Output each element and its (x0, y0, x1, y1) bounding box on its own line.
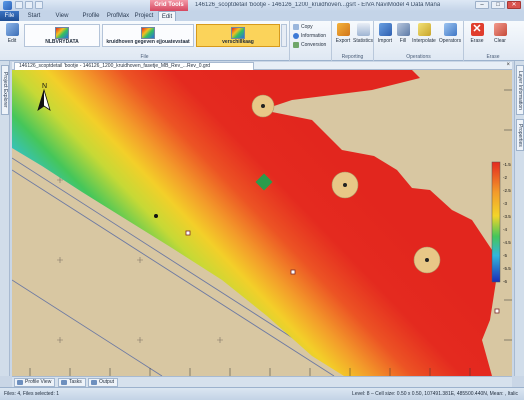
operators-button[interactable]: Operators (437, 23, 463, 44)
app-icon[interactable] (3, 1, 12, 10)
edit-icon (5, 23, 19, 36)
document-tab[interactable]: 146126_scoptdetail 'bootje - 146126_1200… (14, 62, 254, 70)
colorbar-tick: -2 (503, 175, 507, 180)
tab-project[interactable]: Project (132, 11, 156, 21)
tab-file[interactable]: File (0, 11, 19, 21)
status-coordinates: Level: 8 – Cell size: 0.50 x 0.50, 10749… (352, 391, 518, 397)
file-group: Edit NLBVRYDATA kruidhoven gegeven ejjou… (0, 21, 290, 61)
project-explorer-tab[interactable]: Project Explorer (1, 65, 9, 115)
title-bar: Grid Tools 146126_scoptdetail 'bootje - … (0, 0, 524, 11)
close-button[interactable]: ✕ (507, 1, 521, 9)
quick-access-toolbar (15, 1, 43, 9)
colorbar-tick: -4 (503, 227, 507, 232)
fill-icon (396, 23, 410, 36)
redo-icon[interactable] (35, 1, 43, 9)
square-marker (185, 230, 191, 236)
status-bar: Files: 4, Files selected: 1 Level: 8 – C… (0, 387, 524, 400)
fill-button[interactable]: Fill (396, 23, 410, 44)
north-label: N (42, 83, 47, 90)
status-file-count: Files: 4, Files selected: 1 (4, 391, 60, 397)
colorbar-tick: -3.5 (503, 214, 511, 219)
layer-information-tab[interactable]: Layer Information (516, 65, 524, 115)
operations-group-label: Operations (406, 54, 431, 60)
conversion-icon (293, 42, 299, 48)
right-panel-strip: Layer Information Properties (514, 61, 524, 376)
tab-edit[interactable]: Edit (158, 11, 176, 21)
save-icon[interactable] (15, 1, 23, 9)
file-group-label: File (140, 54, 149, 60)
clear-button[interactable]: Clear (490, 23, 510, 44)
ribbon-tab-bar: File Start View Profile ProfMax Project … (0, 11, 524, 21)
interpolate-icon (417, 23, 431, 36)
import-icon (378, 23, 392, 36)
statistics-button[interactable]: Statistics (353, 23, 373, 44)
window-controls: – □ ✕ (475, 1, 521, 9)
context-tab-header: Grid Tools (150, 0, 188, 11)
import-button[interactable]: Import (376, 23, 394, 44)
colorbar-tick: -5 (503, 253, 507, 258)
operators-icon (443, 23, 457, 36)
interpolate-button[interactable]: Interpolate (412, 23, 436, 44)
tab-tasks[interactable]: Tasks (58, 378, 86, 387)
square-marker (494, 308, 500, 314)
gallery-item-nlbvrydata[interactable]: NLBVRYDATA (24, 24, 100, 47)
grid-thumbnail-icon (55, 27, 69, 39)
gallery-item-kruidhoven[interactable]: kruidhoven gegeven ejjouatevstaat (102, 24, 194, 47)
undo-icon[interactable] (25, 1, 33, 9)
properties-tab[interactable]: Properties (516, 119, 524, 151)
output-icon (91, 380, 97, 385)
info-icon (293, 33, 299, 39)
colorbar-tick: -5.5 (503, 266, 511, 271)
tab-view[interactable]: View (52, 11, 72, 21)
document-tab-strip: 146126_scoptdetail 'bootje - 146126_1200… (12, 62, 512, 70)
window-title: 146126_scoptdetail 'bootje - 146126_1200… (195, 2, 440, 8)
copy-icon (293, 24, 299, 30)
tab-profile[interactable]: Profile (80, 11, 102, 21)
grid-thumbnail-icon (231, 27, 245, 39)
tab-profmax[interactable]: ProfMax (106, 11, 130, 21)
export-icon (336, 23, 350, 36)
erase-x-icon: ✕ (470, 23, 484, 36)
clipboard-group: Copy Information Conversion (290, 21, 332, 61)
edit-button[interactable]: Edit (3, 23, 21, 44)
gallery-scroll[interactable] (281, 24, 287, 47)
reporting-group: Export Statistics Reporting (332, 21, 374, 61)
copy-button[interactable]: Copy (293, 24, 313, 30)
colorbar-tick: -4.5 (503, 240, 511, 245)
statistics-icon (356, 23, 370, 36)
information-button[interactable]: Information (293, 33, 326, 39)
erase-group-label: Erase (486, 54, 500, 60)
erase-group: ✕ Erase Clear Erase (464, 21, 522, 61)
tasks-icon (61, 380, 67, 385)
close-document-icon[interactable]: × (506, 62, 510, 69)
reporting-group-label: Reporting (341, 54, 364, 60)
colorbar-tick: -1.5 (503, 162, 511, 167)
conversion-button[interactable]: Conversion (293, 42, 326, 48)
minimize-button[interactable]: – (475, 1, 489, 9)
gallery-item-verschillkaag[interactable]: verschillkaag (196, 24, 280, 47)
bottom-panel-tabs: Profile View Tasks Output (12, 376, 512, 387)
export-button[interactable]: Export (334, 23, 352, 44)
colorbar-tick: -6 (503, 279, 507, 284)
colorbar-tick: -3 (503, 201, 507, 206)
square-marker (290, 269, 296, 275)
left-panel-strip: Project Explorer (0, 61, 10, 376)
grid-map-canvas[interactable]: N -1.5 -2 -2.5 -3 -3.5 -4 -4.5 -5 -5.5 -… (12, 70, 512, 376)
point-marker (154, 214, 158, 218)
profile-view-icon (17, 380, 23, 385)
operations-group: Import Fill Interpolate Operators Operat… (374, 21, 464, 61)
ribbon: Edit NLBVRYDATA kruidhoven gegeven ejjou… (0, 21, 524, 61)
grid-thumbnail-icon (141, 27, 155, 39)
colorbar-tick: -2.5 (503, 188, 511, 193)
tab-output[interactable]: Output (88, 378, 119, 387)
grid-map-view[interactable]: N -1.5 -2 -2.5 -3 -3.5 -4 -4.5 -5 -5.5 -… (12, 70, 512, 376)
tab-start[interactable]: Start (24, 11, 44, 21)
tab-profile-view[interactable]: Profile View (14, 378, 56, 387)
erase-button[interactable]: ✕ Erase (468, 23, 486, 44)
maximize-button[interactable]: □ (491, 1, 505, 9)
clear-icon (493, 23, 507, 36)
